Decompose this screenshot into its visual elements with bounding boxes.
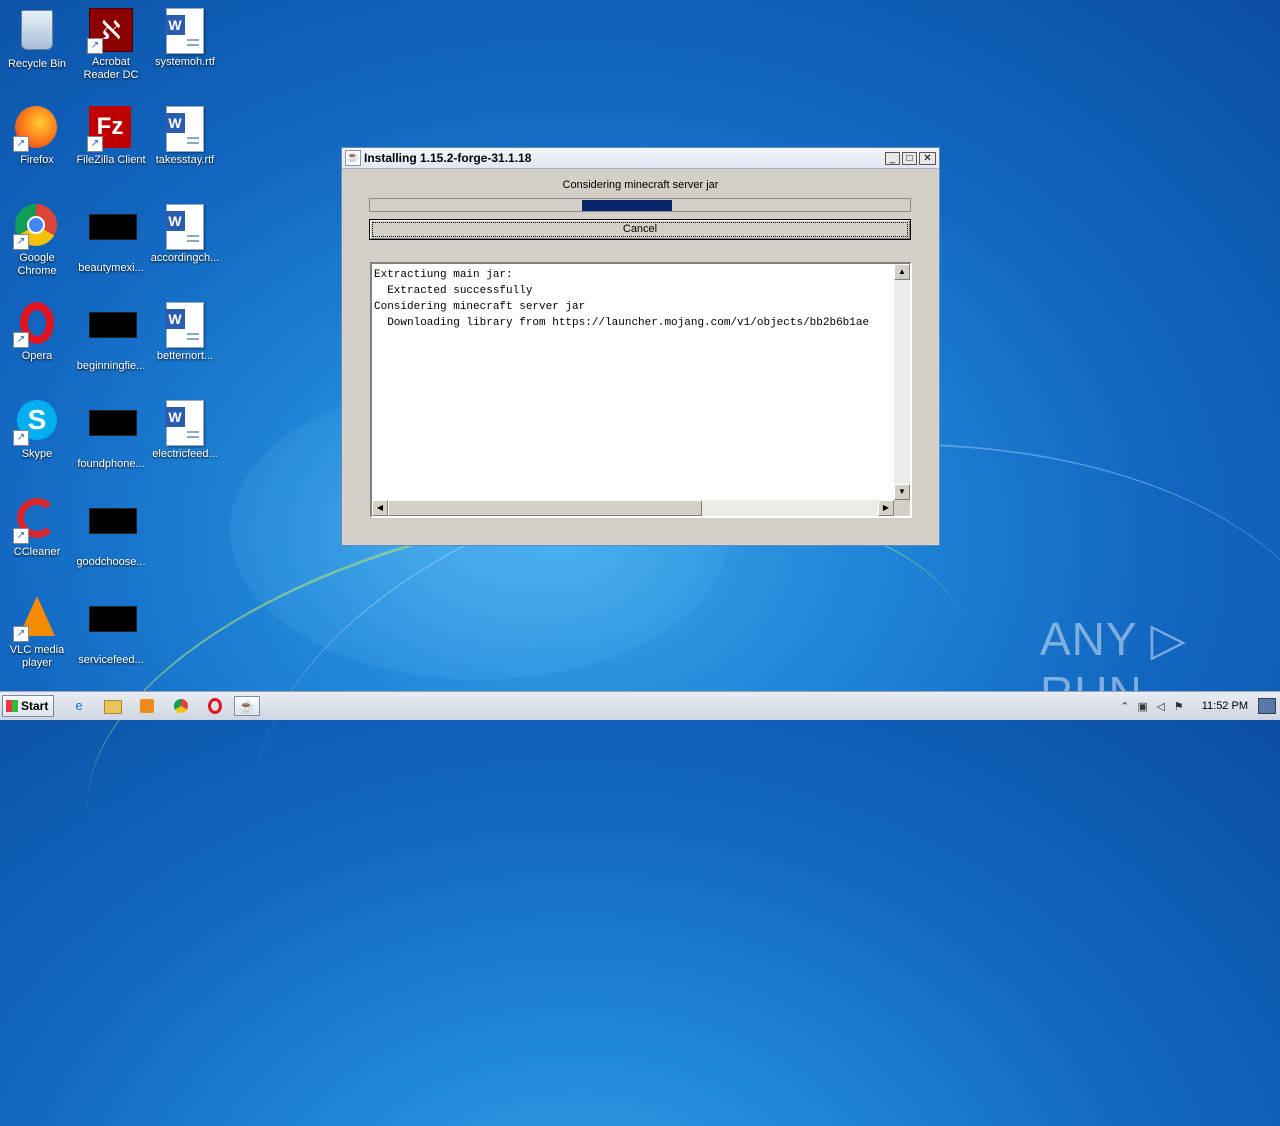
chrome-icon[interactable] — [170, 696, 192, 716]
black-file-icon — [89, 508, 137, 552]
black-file-icon — [89, 214, 137, 258]
scroll-up-icon[interactable]: ▲ — [894, 264, 910, 280]
word-doc-icon: W — [163, 106, 207, 152]
cancel-button-label: Cancel — [372, 222, 908, 237]
ccleaner-icon: ↗ — [13, 498, 59, 544]
windows-flag-icon — [6, 700, 18, 712]
desktop-icon-goodchoose[interactable]: goodchoose... — [74, 498, 148, 569]
show-desktop-button[interactable] — [1258, 698, 1276, 714]
volume-icon[interactable]: ◁ — [1152, 700, 1170, 713]
log-text: Extractiung main jar: Extracted successf… — [374, 269, 870, 329]
desktop-icon-chrome[interactable]: ↗ Google Chrome — [0, 204, 74, 278]
java-app-icon: ☕ — [345, 150, 361, 166]
scroll-right-icon[interactable]: ▶ — [878, 500, 894, 516]
acrobat-icon: ℵ ↗ — [87, 8, 133, 54]
desktop-icon-beginningfie[interactable]: beginningfie... — [74, 302, 148, 373]
scroll-down-icon[interactable]: ▼ — [894, 484, 910, 500]
system-tray: ⌃ ▣ ◁ ⚑ 11:52 PM — [1116, 692, 1280, 720]
installer-window: ☕ Installing 1.15.2-forge-31.1.18 _ □ ✕ … — [341, 147, 940, 546]
shortcut-arrow-icon: ↗ — [13, 626, 29, 642]
action-center-flag-icon[interactable]: ⚑ — [1170, 700, 1188, 713]
media-player-icon[interactable] — [136, 696, 158, 716]
black-file-icon — [89, 606, 137, 650]
filezilla-icon: Fz ↗ — [87, 106, 133, 152]
shortcut-arrow-icon: ↗ — [13, 332, 29, 348]
word-doc-icon: W — [163, 302, 207, 348]
desktop-icon-skype[interactable]: S ↗ Skype — [0, 400, 74, 461]
clock[interactable]: 11:52 PM — [1202, 700, 1248, 712]
java-installer-icon[interactable]: ☕ — [234, 696, 260, 716]
chrome-icon: ↗ — [13, 204, 59, 250]
shortcut-arrow-icon: ↗ — [13, 430, 29, 446]
desktop-icon-takesstay[interactable]: W takesstay.rtf — [148, 106, 222, 167]
desktop-icon-firefox[interactable]: ↗ Firefox — [0, 106, 74, 167]
black-file-icon — [89, 410, 137, 454]
shortcut-arrow-icon: ↗ — [13, 528, 29, 544]
black-file-icon — [89, 312, 137, 356]
word-doc-icon: W — [163, 204, 207, 250]
desktop-icon-accordingch[interactable]: W accordingch... — [148, 204, 222, 265]
scroll-left-icon[interactable]: ◀ — [372, 500, 388, 516]
status-text: Considering minecraft server jar — [562, 179, 719, 191]
log-output[interactable]: Extractiung main jar: Extracted successf… — [370, 262, 912, 518]
explorer-icon[interactable] — [102, 696, 124, 716]
desktop-icon-opera[interactable]: ↗ Opera — [0, 302, 74, 363]
window-titlebar[interactable]: ☕ Installing 1.15.2-forge-31.1.18 _ □ ✕ — [342, 148, 939, 169]
shortcut-arrow-icon: ↗ — [87, 136, 103, 152]
close-button[interactable]: ✕ — [919, 151, 936, 165]
desktop-icon-betternort[interactable]: W betternort... — [148, 302, 222, 363]
shortcut-arrow-icon: ↗ — [87, 38, 103, 54]
taskbar: Start e ☕ ⌃ ▣ ◁ ⚑ 11:52 PM — [0, 691, 1280, 720]
opera-icon: ↗ — [13, 302, 59, 348]
cancel-button[interactable]: Cancel — [369, 219, 911, 240]
start-button[interactable]: Start — [2, 695, 54, 717]
vlc-icon: ↗ — [13, 596, 59, 642]
skype-icon: S ↗ — [13, 400, 59, 446]
progress-indicator — [582, 200, 672, 211]
desktop-icon-servicefeed[interactable]: servicefeed... — [74, 596, 148, 667]
desktop-icon-recycle-bin[interactable]: Recycle Bin — [0, 8, 74, 71]
shortcut-arrow-icon: ↗ — [13, 234, 29, 250]
horizontal-scroll-thumb[interactable] — [388, 500, 702, 516]
desktop-icon-foundphone[interactable]: foundphone... — [74, 400, 148, 471]
window-title: Installing 1.15.2-forge-31.1.18 — [364, 151, 532, 165]
word-doc-icon: W — [163, 8, 207, 54]
desktop-icon-systemoh[interactable]: W systemoh.rtf — [148, 8, 222, 69]
minimize-button[interactable]: _ — [885, 151, 900, 165]
shortcut-arrow-icon: ↗ — [13, 136, 29, 152]
word-doc-icon: W — [163, 400, 207, 446]
vertical-scrollbar[interactable]: ▲ ▼ — [894, 264, 910, 500]
desktop-icon-acrobat[interactable]: ℵ ↗ Acrobat Reader DC — [74, 8, 148, 82]
desktop-icon-electricfeed[interactable]: W electricfeed... — [148, 400, 222, 461]
network-icon[interactable]: ▣ — [1134, 700, 1152, 713]
ie-icon[interactable]: e — [68, 696, 90, 716]
desktop-icon-ccleaner[interactable]: ↗ CCleaner — [0, 498, 74, 559]
desktop-icon-filezilla[interactable]: Fz ↗ FileZilla Client — [74, 106, 148, 167]
window-body: Considering minecraft server jar Cancel … — [344, 169, 937, 543]
start-label: Start — [21, 699, 49, 713]
horizontal-scrollbar[interactable]: ◀ ▶ — [372, 500, 894, 516]
scroll-corner — [894, 500, 910, 516]
desktop-icon-vlc[interactable]: ↗ VLC media player — [0, 596, 74, 670]
opera-icon[interactable] — [204, 696, 226, 716]
progress-bar — [369, 198, 911, 212]
maximize-button[interactable]: □ — [902, 151, 917, 165]
recycle-bin-icon — [15, 10, 59, 54]
firefox-icon: ↗ — [13, 106, 59, 152]
desktop-icon-beautymexi[interactable]: beautymexi... — [74, 204, 148, 275]
tray-expand-icon[interactable]: ⌃ — [1116, 700, 1134, 713]
